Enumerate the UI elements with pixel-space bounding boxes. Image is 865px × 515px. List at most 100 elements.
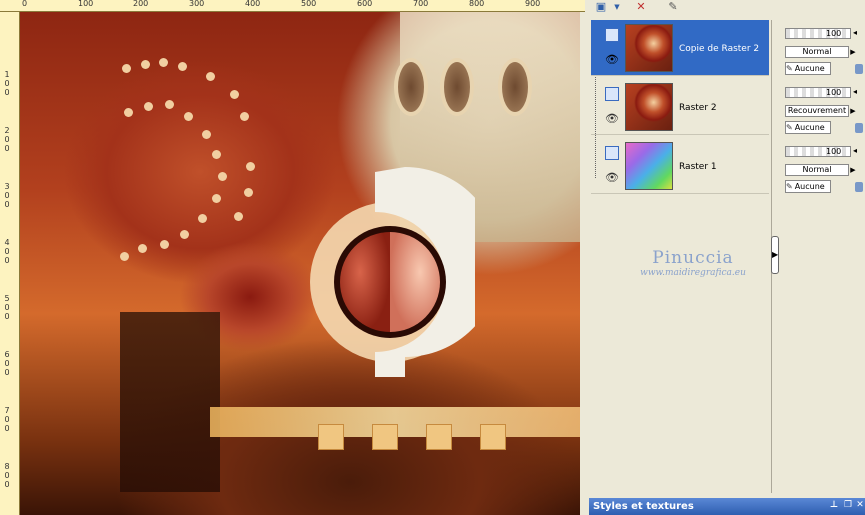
styles-panel-titlebar[interactable]: Styles et textures ⊥ ❐ ✕ <box>589 498 865 515</box>
canvas-dot <box>246 162 255 171</box>
layers-toolbar: ▣ ▼ ✕ ✎ <box>585 0 780 16</box>
layer-row-raster-2[interactable]: 👁 Raster 2 <box>591 79 769 135</box>
canvas-dot <box>141 60 150 69</box>
watermark-name: Pinuccia <box>652 248 734 268</box>
canvas-dot <box>138 244 147 253</box>
opacity-spin[interactable]: ◂ <box>853 146 857 155</box>
layer-row-raster-1[interactable]: 👁 Raster 1 <box>591 138 769 194</box>
canvas-dot <box>124 108 133 117</box>
ruler-tick-label: 900 <box>525 0 541 8</box>
opacity-value: 100 <box>826 29 842 38</box>
canvas-dot <box>144 102 153 111</box>
watermark: Pinuccia www.maidiregrafica.eu <box>613 248 773 278</box>
brush-icon: ✎ <box>786 64 793 73</box>
blend-mode-select[interactable]: Recouvrement <box>785 105 849 117</box>
blend-mode-arrow-icon[interactable]: ▶ <box>849 46 857 58</box>
ruler-tick-label: 3 0 0 <box>4 182 10 209</box>
ruler-tick-label: 700 <box>413 0 429 8</box>
canvas-oval <box>440 58 474 116</box>
canvas-dark-column <box>120 312 220 492</box>
canvas-dot <box>218 172 227 181</box>
canvas-ring <box>310 167 475 377</box>
canvas-dot <box>122 64 131 73</box>
opacity-slider[interactable]: 100 <box>785 146 851 157</box>
ruler-tick-label: 4 0 0 <box>4 238 10 265</box>
canvas-dot <box>160 240 169 249</box>
opacity-spin[interactable]: ◂ <box>853 87 857 96</box>
canvas-dot <box>165 100 174 109</box>
canvas-square <box>480 424 506 450</box>
canvas-dot <box>240 112 249 121</box>
opacity-slider[interactable]: 100 <box>785 87 851 98</box>
close-icon[interactable]: ✕ <box>855 500 865 511</box>
layer-list: 👁 Copie de Raster 2 👁 Raster 2 👁 Raster … <box>591 20 772 493</box>
canvas-dot <box>244 188 253 197</box>
canvas-dot <box>202 130 211 139</box>
blend-mode-arrow-icon[interactable]: ▶ <box>849 164 857 176</box>
brush-icon: ✎ <box>786 182 793 191</box>
ruler-tick-label: 6 0 0 <box>4 350 10 377</box>
ruler-tick-label: 1 0 0 <box>4 70 10 97</box>
ruler-tick-label: 200 <box>133 0 149 8</box>
eye-icon[interactable]: 👁 <box>605 172 619 183</box>
layer-icon <box>605 87 619 101</box>
ruler-tick-label: 800 <box>469 0 485 8</box>
layer-icon <box>605 28 619 42</box>
layer-thumbnail <box>625 83 673 131</box>
restore-icon[interactable]: ❐ <box>843 500 853 511</box>
lock-icon[interactable] <box>855 182 863 192</box>
blend-mode-select[interactable]: Normal <box>785 46 849 58</box>
panel-splitter[interactable]: ▶ <box>771 236 779 274</box>
mask-select[interactable]: ✎ Aucune <box>785 180 831 193</box>
vertical-ruler: 1 0 0 2 0 0 3 0 0 4 0 0 5 0 0 6 0 0 7 0 … <box>0 12 20 515</box>
layer-properties-row: 100 ◂ Recouvrement ▶ ✎ Aucune <box>781 83 865 139</box>
opacity-slider[interactable]: 100 <box>785 28 851 39</box>
lock-icon[interactable] <box>855 64 863 74</box>
canvas-dot <box>120 252 129 261</box>
pin-icon[interactable]: ⊥ <box>829 500 839 511</box>
layer-icon <box>605 146 619 160</box>
layer-thumbnail <box>625 24 673 72</box>
mask-label: Aucune <box>794 182 825 191</box>
canvas-dot <box>198 214 207 223</box>
layer-properties-row: 100 ◂ Normal ▶ ✎ Aucune <box>781 24 865 80</box>
mask-select[interactable]: ✎ Aucune <box>785 121 831 134</box>
mask-label: Aucune <box>794 64 825 73</box>
canvas-dot <box>159 58 168 67</box>
canvas-dot <box>212 194 221 203</box>
dropdown-arrow-icon[interactable]: ▼ <box>609 0 625 14</box>
ruler-tick-label: 300 <box>189 0 205 8</box>
canvas-dot <box>206 72 215 81</box>
layer-row-copie-de-raster-2[interactable]: 👁 Copie de Raster 2 <box>591 20 769 76</box>
canvas-dot <box>230 90 239 99</box>
eye-icon[interactable]: 👁 <box>605 54 619 65</box>
layer-name: Raster 1 <box>679 162 717 172</box>
lock-icon[interactable] <box>855 123 863 133</box>
image-canvas[interactable] <box>20 12 580 515</box>
canvas-dot <box>234 212 243 221</box>
canvas-oval <box>394 58 428 116</box>
mask-select[interactable]: ✎ Aucune <box>785 62 831 75</box>
canvas-dot <box>180 230 189 239</box>
styles-panel-title: Styles et textures <box>593 501 694 512</box>
canvas-dot <box>184 112 193 121</box>
watermark-url: www.maidiregrafica.eu <box>640 268 746 278</box>
new-layer-icon[interactable]: ▣ <box>593 0 609 14</box>
opacity-spin[interactable]: ◂ <box>853 28 857 37</box>
layer-thumbnail <box>625 142 673 190</box>
eye-icon[interactable]: 👁 <box>605 113 619 124</box>
canvas-square <box>426 424 452 450</box>
ruler-tick-label: 2 0 0 <box>4 126 10 153</box>
layer-name: Raster 2 <box>679 103 717 113</box>
ruler-tick-label: 0 <box>22 0 28 8</box>
ruler-tick-label: 400 <box>245 0 261 8</box>
delete-layer-icon[interactable]: ✕ <box>633 0 649 14</box>
brush-icon: ✎ <box>786 123 793 132</box>
canvas-oval <box>498 58 532 116</box>
blend-mode-select[interactable]: Normal <box>785 164 849 176</box>
horizontal-ruler: 0 100 200 300 400 500 600 700 800 900 <box>0 0 585 12</box>
canvas-square <box>372 424 398 450</box>
opacity-value: 100 <box>826 147 842 156</box>
blend-mode-arrow-icon[interactable]: ▶ <box>849 105 857 117</box>
edit-icon[interactable]: ✎ <box>665 0 681 14</box>
